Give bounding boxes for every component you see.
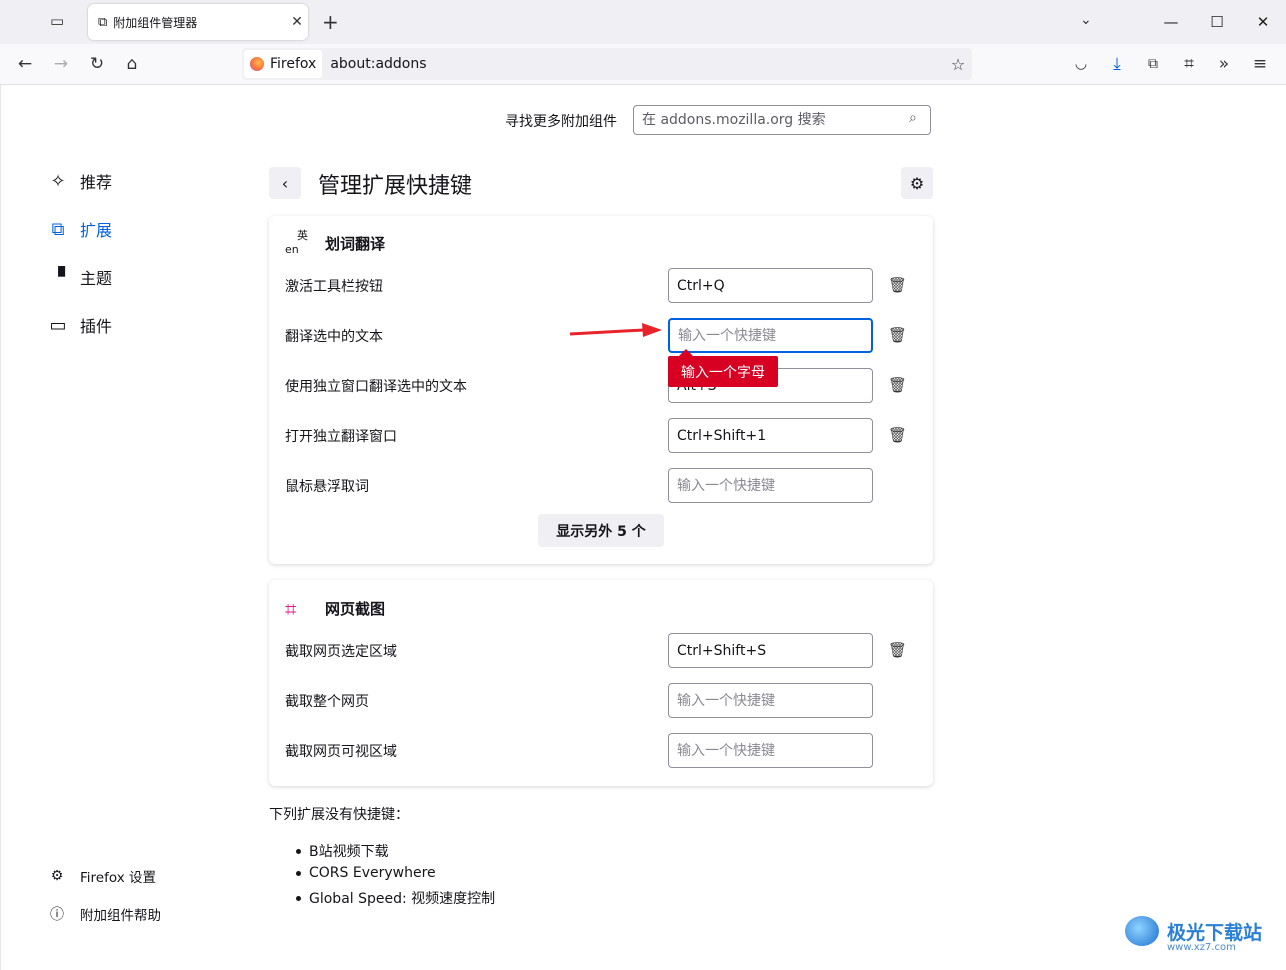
extension-name: 网页截图: [325, 600, 386, 618]
shortcut-label: 鼠标悬浮取词: [285, 479, 369, 495]
annotation-arrow: [569, 323, 662, 337]
trash-icon[interactable]: 🗑: [888, 376, 907, 394]
reload-icon[interactable]: ↻: [81, 48, 113, 80]
search-icon: ⌕: [909, 110, 917, 126]
tab-addons-manager[interactable]: ⧉ 附加组件管理器 ✕: [88, 4, 308, 40]
trash-icon[interactable]: 🗑: [888, 326, 907, 344]
extensions-icon[interactable]: ⧉: [1137, 48, 1169, 80]
shortcut-label: 截取网页可视区域: [285, 744, 397, 760]
sidebar-item-label: 插件: [80, 317, 113, 336]
minimize-button[interactable]: —: [1148, 0, 1194, 44]
sidebar-item-extensions[interactable]: ⧉ 扩展: [46, 214, 112, 244]
show-more-button[interactable]: 显示另外 5 个: [538, 514, 664, 547]
shortcut-input[interactable]: [668, 733, 873, 768]
menu-icon[interactable]: ≡: [1244, 48, 1276, 80]
addons-search-input[interactable]: [633, 105, 931, 135]
trash-icon[interactable]: 🗑: [888, 641, 907, 659]
puzzle-icon: ⧉: [98, 14, 108, 30]
list-item: Global Speed: 视频速度控制: [296, 888, 495, 908]
trash-icon[interactable]: 🗑: [888, 276, 907, 294]
error-tooltip: 输入一个字母: [668, 356, 778, 387]
tooltip-arrow: [679, 349, 693, 356]
maximize-button[interactable]: ☐: [1194, 0, 1240, 44]
new-tab-icon[interactable]: +: [322, 10, 339, 34]
watermark: 极光下载站 www.xz7.com: [1125, 916, 1263, 953]
forward-icon[interactable]: →: [45, 48, 77, 80]
shortcut-label: 截取网页选定区域: [285, 644, 397, 660]
brush-icon: ▝: [51, 266, 65, 288]
bookmark-star-icon[interactable]: ☆: [944, 55, 972, 74]
url-text[interactable]: about:addons: [330, 56, 944, 72]
tab-list-icon[interactable]: ▭: [50, 12, 64, 30]
close-window-button[interactable]: ✕: [1240, 0, 1286, 44]
shortcut-input[interactable]: [668, 683, 873, 718]
shortcut-label: 激活工具栏按钮: [285, 279, 383, 295]
sidebar-item-plugins[interactable]: ▭ 插件: [46, 310, 112, 340]
identity-box[interactable]: Firefox: [244, 50, 323, 78]
page-options-button[interactable]: ⚙: [901, 167, 933, 199]
shortcut-input[interactable]: [668, 633, 873, 668]
shortcut-label: 使用独立窗口翻译选中的文本: [285, 379, 467, 395]
home-icon[interactable]: ⌂: [116, 48, 148, 80]
trash-icon[interactable]: 🗑: [888, 426, 907, 444]
identity-label: Firefox: [270, 56, 317, 72]
addons-help-link[interactable]: ⓘ 附加组件帮助: [48, 904, 161, 924]
firefox-logo-icon: [250, 57, 264, 71]
sidebar-item-label: 主题: [80, 269, 113, 288]
shortcut-input[interactable]: [668, 318, 873, 353]
watermark-logo-icon: [1125, 916, 1159, 946]
crop-icon[interactable]: ⌗: [1173, 48, 1205, 80]
shortcut-label: 打开独立翻译窗口: [285, 429, 397, 445]
url-bar[interactable]: Firefox about:addons ☆: [242, 48, 972, 80]
back-button[interactable]: ‹: [269, 167, 301, 199]
firefox-settings-link[interactable]: ⚙ Firefox 设置: [48, 866, 156, 886]
overflow-icon[interactable]: »: [1208, 48, 1240, 80]
back-icon[interactable]: ←: [9, 48, 41, 80]
gear-icon: ⚙: [50, 868, 64, 884]
shortcut-input[interactable]: [668, 418, 873, 453]
shortcut-input[interactable]: [668, 268, 873, 303]
list-item: CORS Everywhere: [296, 865, 436, 881]
downloads-icon[interactable]: ⤓: [1101, 48, 1133, 80]
pocket-icon[interactable]: ◡: [1065, 48, 1097, 80]
plugin-icon: ▭: [49, 314, 67, 336]
page-title: 管理扩展快捷键: [318, 174, 473, 199]
crop-icon: ⌗: [285, 597, 297, 621]
sidebar-item-recommendations[interactable]: ✧ 推荐: [46, 166, 112, 196]
chevron-left-icon: ‹: [281, 173, 289, 193]
find-more-label: 寻找更多附加组件: [505, 114, 617, 130]
shortcut-label: 截取整个网页: [285, 694, 369, 710]
title-bar: ▭ ⧉ 附加组件管理器 ✕ + ⌄ — ☐ ✕: [0, 0, 1286, 44]
footer-link-label: 附加组件帮助: [80, 908, 161, 924]
help-icon: ⓘ: [50, 907, 64, 923]
tab-title: 附加组件管理器: [113, 15, 198, 30]
extension-name: 划词翻译: [325, 235, 386, 253]
extension-name: Global Speed: 视频速度控制: [309, 891, 496, 907]
sidebar-item-themes[interactable]: ▝ 主题: [46, 262, 112, 292]
sidebar-item-label: 推荐: [80, 173, 113, 192]
puzzle-icon: ⧉: [51, 218, 65, 240]
sparkle-icon: ✧: [50, 170, 66, 192]
extension-name: B站视频下载: [309, 844, 389, 860]
shortcut-input[interactable]: [668, 468, 873, 503]
navigation-bar: ← → ↻ ⌂ Firefox about:addons ☆ ◡ ⤓ ⧉ ⌗ »…: [0, 44, 1286, 85]
chevron-down-icon[interactable]: ⌄: [1080, 12, 1092, 28]
footer-link-label: Firefox 设置: [80, 870, 156, 886]
shortcut-label: 翻译选中的文本: [285, 329, 383, 345]
watermark-url: www.xz7.com: [1167, 942, 1236, 953]
no-shortcuts-heading: 下列扩展没有快捷键：: [269, 807, 409, 823]
close-tab-icon[interactable]: ✕: [286, 14, 308, 30]
extension-name: CORS Everywhere: [309, 865, 436, 881]
watermark-text: 极光下载站: [1167, 921, 1263, 944]
gear-icon: ⚙: [909, 173, 925, 193]
list-item: B站视频下载: [296, 841, 389, 861]
sidebar-item-label: 扩展: [80, 221, 113, 240]
